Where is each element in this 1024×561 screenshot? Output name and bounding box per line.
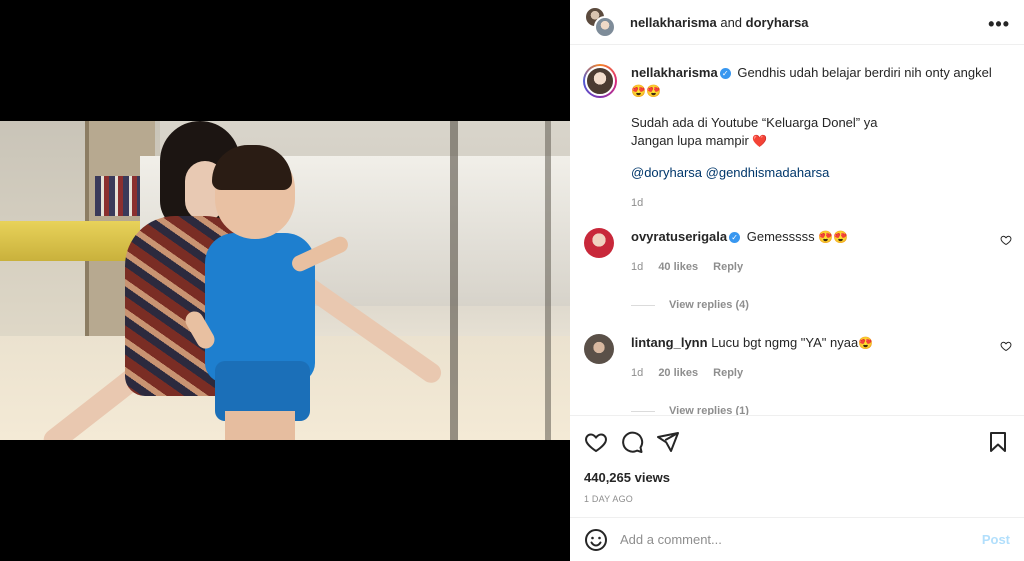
media-panel — [0, 0, 570, 561]
caption-username[interactable]: nellakharisma — [631, 65, 718, 80]
comments-section: nellakharisma ✓ Gendhis udah belajar berd… — [570, 52, 1024, 415]
add-comment-bar: Post — [570, 517, 1024, 561]
caption-mentions: @doryharsa @gendhismadaharsa — [631, 164, 1008, 182]
reply-button[interactable]: Reply — [713, 261, 743, 273]
comment-text: Gemesssss — [746, 229, 815, 244]
comment-emoji: 😍 — [858, 336, 874, 350]
share-icon[interactable] — [656, 430, 680, 454]
like-comment-heart-icon[interactable] — [1000, 234, 1012, 246]
caption-line: Jangan lupa mampir — [631, 133, 749, 148]
comment-input[interactable] — [620, 532, 982, 547]
header-user1[interactable]: nellakharisma — [630, 15, 717, 30]
avatar — [594, 16, 616, 38]
comment-username[interactable]: ovyratuserigala — [631, 229, 727, 244]
post-actions: 440,265 views 1 DAY AGO — [570, 415, 1024, 517]
mention-link[interactable]: @doryharsa — [631, 165, 702, 180]
heart-emoji: ❤️ — [752, 134, 768, 148]
header-usernames: nellakharisma and doryharsa — [630, 15, 809, 30]
comment-username[interactable]: lintang_lynn — [631, 335, 708, 350]
verified-icon: ✓ — [729, 232, 741, 244]
reply-button[interactable]: Reply — [713, 367, 743, 379]
comment-likes[interactable]: 40 likes — [658, 261, 698, 273]
comment-text: Lucu bgt ngmg "YA" nyaa — [711, 335, 859, 350]
heart-icon[interactable] — [584, 430, 608, 454]
comment-icon[interactable] — [620, 430, 644, 454]
verified-icon: ✓ — [719, 68, 731, 80]
comment-time[interactable]: 1d — [631, 261, 643, 273]
avatar[interactable] — [584, 228, 614, 258]
comment-item: lintang_lynn Lucu bgt ngmg "YA" nyaa😍 1d… — [570, 334, 1024, 415]
emoji-icon[interactable] — [584, 528, 608, 552]
comment-likes[interactable]: 20 likes — [658, 367, 698, 379]
caption-line: Sudah ada di Youtube “Keluarga Donel” ya — [631, 115, 878, 130]
post-sidebar: nellakharisma and doryharsa ••• nellakha… — [570, 0, 1024, 561]
comment-meta: 1d 40 likes Reply — [631, 258, 1008, 276]
post-video[interactable] — [0, 121, 570, 440]
comment-emoji: 😍😍 — [818, 230, 849, 244]
comment-item: ovyratuserigala ✓ Gemesssss 😍😍 1d 40 like… — [570, 228, 1024, 314]
post-timestamp: 1 DAY AGO — [584, 494, 633, 504]
caption-time[interactable]: 1d — [631, 197, 643, 209]
post-header: nellakharisma and doryharsa ••• — [570, 0, 1024, 45]
instagram-post-view: nellakharisma and doryharsa ••• nellakha… — [0, 0, 1024, 561]
header-user2[interactable]: doryharsa — [746, 15, 809, 30]
comment-time[interactable]: 1d — [631, 367, 643, 379]
mention-link[interactable]: @gendhismadaharsa — [706, 165, 830, 180]
comment-meta: 1d 20 likes Reply — [631, 364, 1008, 382]
avatar[interactable] — [584, 334, 614, 364]
caption-paragraph: Sudah ada di Youtube “Keluarga Donel” ya… — [631, 114, 1008, 150]
caption-emoji: 😍😍 — [631, 84, 661, 98]
post-button[interactable]: Post — [982, 532, 1010, 547]
more-icon[interactable]: ••• — [988, 14, 1010, 35]
caption: nellakharisma ✓ Gendhis udah belajar berd… — [570, 52, 1024, 212]
like-comment-heart-icon[interactable] — [1000, 340, 1012, 352]
view-replies-button[interactable]: View replies (4) — [631, 296, 1008, 314]
action-icons — [584, 430, 1010, 454]
avatar[interactable] — [583, 64, 617, 98]
view-replies-button[interactable]: View replies (1) — [631, 402, 1008, 415]
caption-text: Gendhis udah belajar berdiri nih onty an… — [737, 65, 992, 80]
header-and: and — [720, 14, 743, 30]
bookmark-icon[interactable] — [986, 430, 1010, 454]
caption-meta: 1d — [631, 194, 1008, 212]
views-count[interactable]: 440,265 views — [584, 470, 1010, 485]
collab-avatars[interactable] — [584, 6, 616, 38]
